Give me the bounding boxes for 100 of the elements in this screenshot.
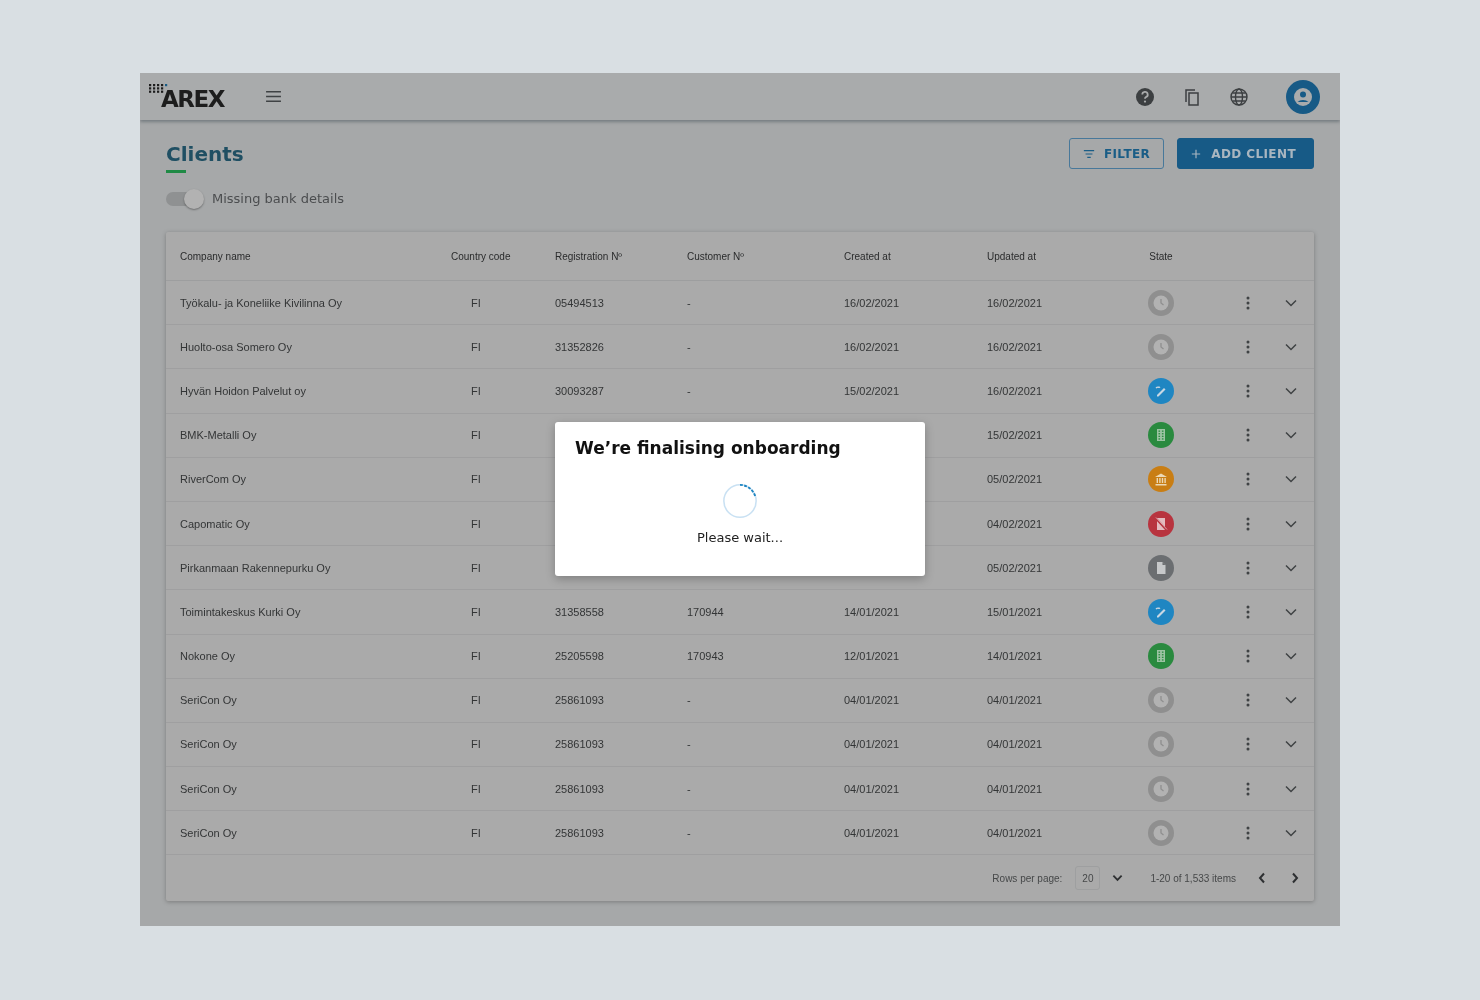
column-header: Created at bbox=[844, 250, 892, 262]
table-cell: 05/02/2021 bbox=[987, 561, 1043, 574]
more-icon[interactable] bbox=[1246, 560, 1250, 575]
table-cell: 16/02/2021 bbox=[844, 340, 900, 353]
menu-icon[interactable] bbox=[264, 90, 282, 103]
dialog-title: We’re finalising onboarding bbox=[575, 438, 841, 458]
copy-icon[interactable] bbox=[1182, 86, 1202, 107]
table-cell: SeriCon Oy bbox=[180, 826, 237, 839]
chevron-down-icon[interactable] bbox=[1285, 386, 1297, 395]
table-cell: - bbox=[687, 738, 691, 751]
previous-page-icon[interactable] bbox=[1258, 872, 1266, 885]
table-cell: Työkalu- ja Koneliike Kivilinna Oy bbox=[180, 296, 343, 309]
column-header: Registration Nº bbox=[555, 250, 623, 262]
table-cell: 04/01/2021 bbox=[987, 694, 1043, 707]
table-cell: 04/01/2021 bbox=[987, 782, 1043, 795]
table-cell: - bbox=[687, 782, 691, 795]
table-cell: 25861093 bbox=[555, 738, 604, 751]
table-cell: FI bbox=[471, 517, 481, 530]
more-icon[interactable] bbox=[1246, 737, 1250, 752]
table-cell: 170944 bbox=[687, 605, 724, 618]
chevron-down-icon[interactable] bbox=[1285, 519, 1297, 528]
table-cell: - bbox=[687, 826, 691, 839]
add-client-button[interactable]: ADD CLIENT bbox=[1177, 138, 1314, 169]
help-icon[interactable] bbox=[1135, 86, 1155, 107]
chevron-down-icon[interactable] bbox=[1285, 431, 1297, 440]
table-cell: 16/02/2021 bbox=[987, 384, 1043, 397]
chevron-down-icon[interactable] bbox=[1285, 696, 1297, 705]
rows-per-page-field[interactable]: 20 bbox=[1075, 866, 1101, 891]
table-cell: 04/01/2021 bbox=[844, 826, 900, 839]
table-cell: - bbox=[687, 340, 691, 353]
title-underline bbox=[166, 170, 186, 173]
rows-per-page-label: Rows per page: bbox=[992, 872, 1063, 884]
chevron-down-icon[interactable] bbox=[1285, 784, 1297, 793]
more-icon[interactable] bbox=[1246, 516, 1250, 531]
table-cell: FI bbox=[471, 384, 481, 397]
table-cell: 15/01/2021 bbox=[987, 605, 1043, 618]
table-cell: 04/01/2021 bbox=[844, 694, 900, 707]
table-cell: FI bbox=[471, 605, 481, 618]
table-cell: FI bbox=[471, 561, 481, 574]
table-cell: 14/01/2021 bbox=[987, 650, 1043, 663]
table-cell: 31352826 bbox=[555, 340, 604, 353]
next-page-icon[interactable] bbox=[1291, 872, 1299, 885]
table-cell: 25205598 bbox=[555, 650, 604, 663]
more-icon[interactable] bbox=[1246, 649, 1250, 664]
page-title: Clients bbox=[166, 142, 244, 166]
column-header: Company name bbox=[180, 250, 252, 262]
table-cell: 05/02/2021 bbox=[987, 473, 1043, 486]
more-icon[interactable] bbox=[1246, 781, 1250, 796]
table-cell: 16/02/2021 bbox=[844, 296, 900, 309]
avatar-icon[interactable] bbox=[1286, 79, 1320, 114]
spinner-icon bbox=[721, 482, 759, 520]
chevron-down-icon[interactable] bbox=[1285, 828, 1297, 837]
table-cell: 31358558 bbox=[555, 605, 604, 618]
table-cell: FI bbox=[471, 694, 481, 707]
table-cell: Toimintakeskus Kurki Oy bbox=[180, 605, 301, 618]
table-cell: 04/01/2021 bbox=[987, 738, 1043, 751]
more-icon[interactable] bbox=[1246, 472, 1250, 487]
toggle-switch[interactable] bbox=[166, 191, 202, 206]
table-cell: 25861093 bbox=[555, 694, 604, 707]
logo[interactable]: AREX bbox=[149, 84, 224, 111]
chevron-down-icon[interactable] bbox=[1285, 740, 1297, 749]
more-icon[interactable] bbox=[1246, 693, 1250, 708]
chevron-down-icon[interactable] bbox=[1285, 342, 1297, 351]
column-header: Updated at bbox=[987, 250, 1037, 262]
table-cell: 16/02/2021 bbox=[987, 296, 1043, 309]
more-icon[interactable] bbox=[1246, 295, 1250, 310]
table-cell: 15/02/2021 bbox=[844, 384, 900, 397]
table-cell: 04/01/2021 bbox=[987, 826, 1043, 839]
column-header: State bbox=[1148, 250, 1174, 262]
chevron-down-icon[interactable] bbox=[1285, 652, 1297, 661]
table-cell: Capomatic Oy bbox=[180, 517, 250, 530]
more-icon[interactable] bbox=[1246, 428, 1250, 443]
table-cell: FI bbox=[471, 826, 481, 839]
dialog-message: Please wait... bbox=[697, 530, 783, 545]
table-cell: 25861093 bbox=[555, 782, 604, 795]
more-icon[interactable] bbox=[1246, 339, 1250, 354]
chevron-down-icon[interactable] bbox=[1285, 563, 1297, 572]
more-icon[interactable] bbox=[1246, 825, 1250, 840]
table-cell: FI bbox=[471, 782, 481, 795]
chevron-down-icon[interactable] bbox=[1285, 475, 1297, 484]
table-cell: SeriCon Oy bbox=[180, 738, 237, 751]
table-cell: 15/02/2021 bbox=[987, 429, 1043, 442]
table-cell: 12/01/2021 bbox=[844, 650, 900, 663]
chevron-down-icon[interactable] bbox=[1112, 874, 1124, 883]
filter-icon bbox=[1082, 148, 1095, 159]
chevron-down-icon[interactable] bbox=[1285, 607, 1297, 616]
globe-icon[interactable] bbox=[1229, 86, 1249, 107]
table-cell: Huolto-osa Somero Oy bbox=[180, 340, 292, 353]
page-range: 1-20 of 1,533 items bbox=[1150, 872, 1236, 884]
more-icon[interactable] bbox=[1246, 604, 1250, 619]
table-cell: Hyvän Hoidon Palvelut oy bbox=[180, 384, 306, 397]
table-cell: - bbox=[687, 384, 691, 397]
chevron-down-icon[interactable] bbox=[1285, 298, 1297, 307]
table-cell: FI bbox=[471, 296, 481, 309]
table-cell: FI bbox=[471, 429, 481, 442]
table-cell: 04/01/2021 bbox=[844, 782, 900, 795]
table-cell: 30093287 bbox=[555, 384, 604, 397]
more-icon[interactable] bbox=[1246, 383, 1250, 398]
table-cell: FI bbox=[471, 738, 481, 751]
filter-button[interactable]: FILTER bbox=[1068, 138, 1165, 169]
